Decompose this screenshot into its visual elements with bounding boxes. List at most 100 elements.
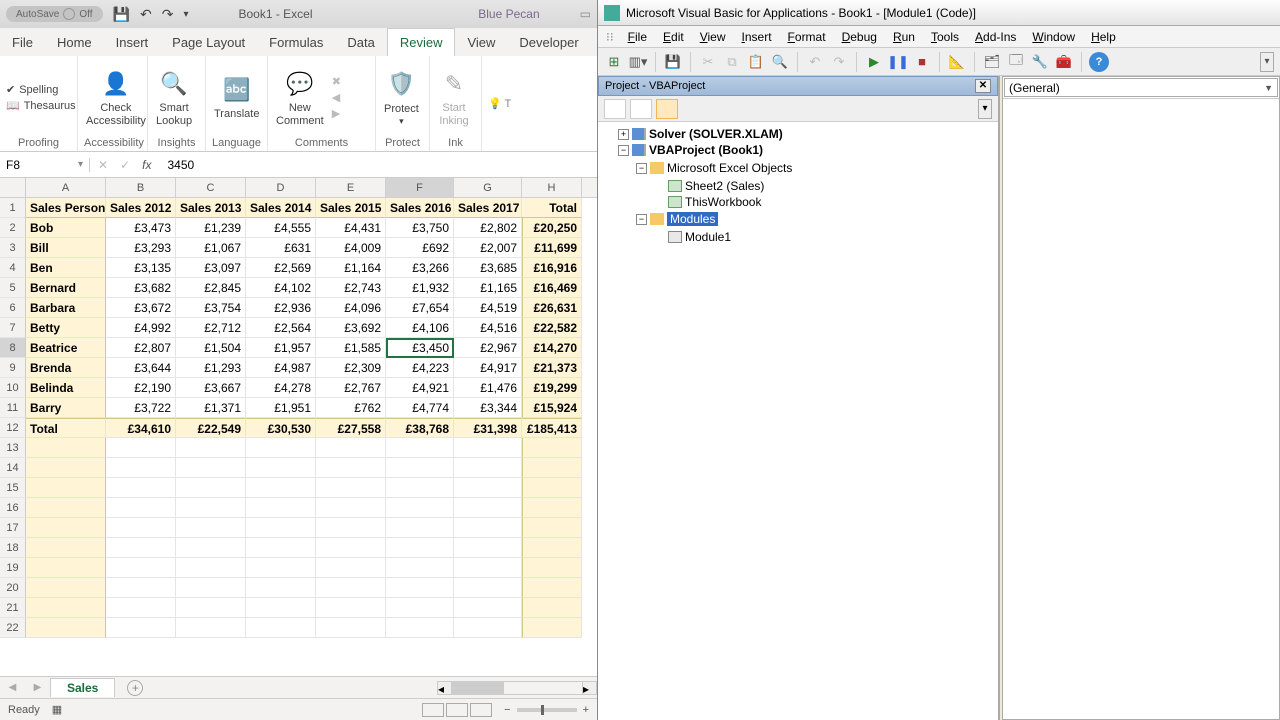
data-cell[interactable]: £16,916 xyxy=(522,258,582,278)
vbe-menu-debug[interactable]: Debug xyxy=(834,28,885,46)
toolbar-overflow-icon[interactable]: ▾ xyxy=(1260,52,1274,72)
data-cell[interactable] xyxy=(316,598,386,618)
data-cell[interactable]: £4,921 xyxy=(386,378,454,398)
data-cell[interactable]: £1,957 xyxy=(246,338,316,358)
row-header[interactable]: 8 xyxy=(0,338,26,358)
data-cell[interactable] xyxy=(316,458,386,478)
data-cell[interactable] xyxy=(522,578,582,598)
header-cell[interactable]: Sales 2013 xyxy=(176,198,246,218)
data-cell[interactable]: £2,007 xyxy=(454,238,522,258)
ribbon-tab-developer[interactable]: Developer xyxy=(507,29,590,56)
data-cell[interactable] xyxy=(176,518,246,538)
person-cell[interactable]: Barbara xyxy=(26,298,106,318)
person-cell[interactable]: Bob xyxy=(26,218,106,238)
row-header[interactable]: 22 xyxy=(0,618,26,638)
macro-record-icon[interactable]: ▦ xyxy=(52,703,62,716)
data-cell[interactable]: £4,987 xyxy=(246,358,316,378)
vbe-menu-view[interactable]: View xyxy=(692,28,734,46)
header-cell[interactable]: Sales 2014 xyxy=(246,198,316,218)
vbe-menu-insert[interactable]: Insert xyxy=(734,28,780,46)
data-cell[interactable] xyxy=(316,518,386,538)
row-header[interactable]: 7 xyxy=(0,318,26,338)
row-header[interactable]: 5 xyxy=(0,278,26,298)
data-cell[interactable]: £4,519 xyxy=(454,298,522,318)
header-cell[interactable]: Sales 2015 xyxy=(316,198,386,218)
data-cell[interactable] xyxy=(386,618,454,638)
data-cell[interactable] xyxy=(246,558,316,578)
toggle-folders-button[interactable] xyxy=(656,99,678,119)
data-cell[interactable] xyxy=(316,438,386,458)
data-cell[interactable]: £2,936 xyxy=(246,298,316,318)
vbe-menu-file[interactable]: File xyxy=(620,28,655,46)
toolbox-button[interactable]: 🧰 xyxy=(1054,52,1074,72)
data-cell[interactable]: £22,549 xyxy=(176,418,246,438)
data-cell[interactable] xyxy=(176,538,246,558)
row-header[interactable]: 19 xyxy=(0,558,26,578)
row-header[interactable]: 11 xyxy=(0,398,26,418)
view-object-button[interactable] xyxy=(630,99,652,119)
save-icon[interactable]: 💾 xyxy=(113,6,130,23)
data-cell[interactable] xyxy=(176,458,246,478)
data-cell[interactable] xyxy=(454,578,522,598)
data-cell[interactable]: £3,644 xyxy=(106,358,176,378)
object-combo[interactable]: (General)▼ xyxy=(1004,78,1278,97)
thesaurus-button[interactable]: 📖 Thesaurus xyxy=(6,99,76,112)
data-cell[interactable] xyxy=(106,618,176,638)
data-cell[interactable]: £1,932 xyxy=(386,278,454,298)
data-cell[interactable] xyxy=(246,618,316,638)
data-cell[interactable] xyxy=(386,558,454,578)
header-cell[interactable]: Total xyxy=(522,198,582,218)
row-header[interactable]: 14 xyxy=(0,458,26,478)
header-cell[interactable]: Sales Person xyxy=(26,198,106,218)
data-cell[interactable]: £38,768 xyxy=(386,418,454,438)
data-cell[interactable]: £3,682 xyxy=(106,278,176,298)
find-button[interactable]: 🔍 xyxy=(770,52,790,72)
ribbon-options-icon[interactable]: ▭ xyxy=(580,7,591,21)
data-cell[interactable] xyxy=(246,598,316,618)
data-cell[interactable]: £3,754 xyxy=(176,298,246,318)
autosave-toggle[interactable]: AutoSave Off xyxy=(6,6,103,22)
data-cell[interactable] xyxy=(386,598,454,618)
ribbon-tab-insert[interactable]: Insert xyxy=(104,29,161,56)
view-excel-button[interactable]: ⊞ xyxy=(604,52,624,72)
data-cell[interactable]: £26,631 xyxy=(522,298,582,318)
properties-button[interactable]: 🗔 xyxy=(1006,52,1026,72)
person-cell[interactable] xyxy=(26,618,106,638)
ribbon-tab-file[interactable]: File xyxy=(0,29,45,56)
row-header[interactable]: 10 xyxy=(0,378,26,398)
data-cell[interactable]: £4,223 xyxy=(386,358,454,378)
spelling-button[interactable]: ✔ Spelling xyxy=(6,83,76,96)
data-cell[interactable] xyxy=(106,518,176,538)
data-cell[interactable] xyxy=(246,578,316,598)
insert-dropdown-button[interactable]: ▥▾ xyxy=(628,52,648,72)
data-cell[interactable]: £2,569 xyxy=(246,258,316,278)
data-cell[interactable] xyxy=(454,538,522,558)
data-cell[interactable] xyxy=(386,478,454,498)
column-header[interactable]: D xyxy=(246,178,316,197)
tree-module1[interactable]: Module1 xyxy=(654,229,996,245)
person-cell[interactable] xyxy=(26,598,106,618)
vbe-menu-window[interactable]: Window xyxy=(1024,28,1083,46)
data-cell[interactable]: £21,373 xyxy=(522,358,582,378)
tree-sheet2[interactable]: Sheet2 (Sales) xyxy=(654,178,996,194)
data-cell[interactable]: £3,450 xyxy=(386,338,454,358)
project-tree[interactable]: +Solver (SOLVER.XLAM) −VBAProject (Book1… xyxy=(598,122,998,720)
data-cell[interactable]: £762 xyxy=(316,398,386,418)
data-cell[interactable] xyxy=(316,538,386,558)
ribbon-tab-view[interactable]: View xyxy=(455,29,507,56)
person-cell[interactable]: Bernard xyxy=(26,278,106,298)
tree-vbaproject[interactable]: −VBAProject (Book1) −Microsoft Excel Obj… xyxy=(618,142,996,247)
row-header[interactable]: 15 xyxy=(0,478,26,498)
data-cell[interactable] xyxy=(454,498,522,518)
column-header[interactable]: A xyxy=(26,178,106,197)
data-cell[interactable]: £4,009 xyxy=(316,238,386,258)
data-cell[interactable] xyxy=(316,578,386,598)
data-cell[interactable] xyxy=(522,598,582,618)
data-cell[interactable]: £3,135 xyxy=(106,258,176,278)
data-cell[interactable]: £185,413 xyxy=(522,418,582,438)
save-button[interactable]: 💾 xyxy=(663,52,683,72)
tree-solver-project[interactable]: +Solver (SOLVER.XLAM) xyxy=(618,126,996,142)
row-header[interactable]: 20 xyxy=(0,578,26,598)
data-cell[interactable]: £22,582 xyxy=(522,318,582,338)
data-cell[interactable] xyxy=(316,618,386,638)
